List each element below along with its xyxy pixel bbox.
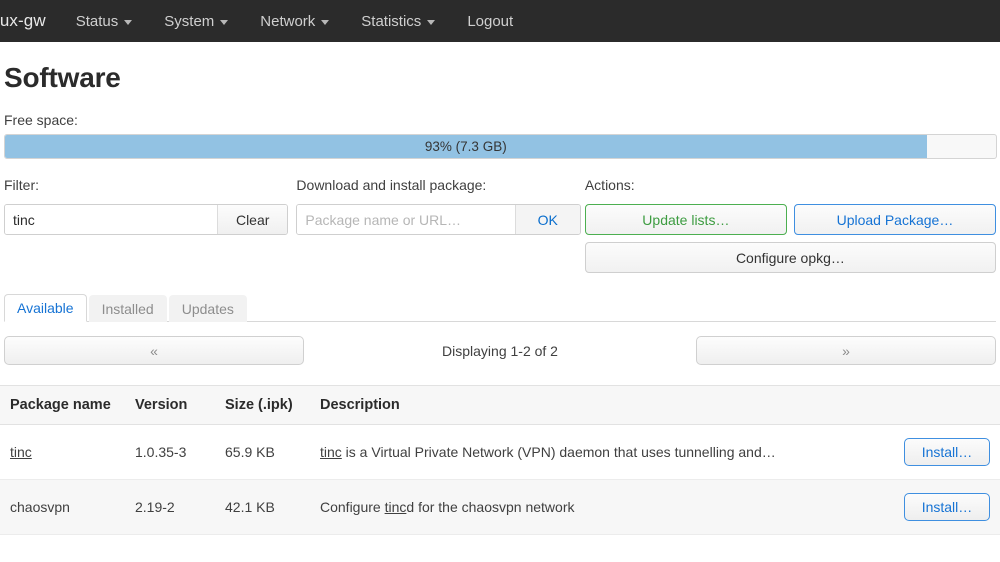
top-navbar: lux-gw Status System Network Statistics … [0, 0, 1000, 42]
column-header-actions [890, 385, 1000, 425]
actions-column: Actions: Update lists… Upload Package… C… [584, 177, 996, 273]
free-space-label: Free space: [4, 112, 78, 128]
cell-actions: Install… [890, 424, 1000, 480]
install-button[interactable]: Install… [904, 438, 990, 466]
page-content: Software Free space: 93% (7.3 GB) Filter… [0, 62, 1000, 562]
controls-row: Filter: Clear Download and install packa… [4, 177, 996, 273]
download-column: Download and install package: OK [296, 177, 581, 235]
brand-logo[interactable]: lux-gw [0, 11, 60, 31]
pagination-prev-button[interactable]: « [4, 336, 304, 365]
nav-item-label: Network [260, 12, 316, 30]
cell-description: Configure tincd for the chaosvpn network [320, 479, 890, 535]
pkg-name-match: tinc [10, 444, 32, 460]
chevron-down-icon [124, 19, 133, 25]
pagination: « Displaying 1-2 of 2 » [4, 336, 996, 365]
cell-actions: Install… [890, 479, 1000, 535]
nav-item-network[interactable]: Network [244, 2, 345, 41]
nav-item-statistics[interactable]: Statistics [345, 2, 451, 41]
download-ok-button[interactable]: OK [514, 205, 580, 234]
desc-match: tinc [384, 499, 407, 515]
cell-description: tinc is a Virtual Private Network (VPN) … [320, 424, 890, 480]
desc-match: tinc [320, 444, 342, 460]
actions-button-row: Update lists… Upload Package… [584, 204, 996, 235]
filter-input-group: Clear [4, 204, 289, 235]
desc-post: d for the chaosvpn network [406, 499, 575, 515]
filter-label: Filter: [4, 177, 39, 193]
nav-item-label: Status [75, 12, 119, 30]
chevron-down-icon [321, 19, 330, 25]
tab-available[interactable]: Available [4, 294, 87, 322]
nav-item-label: Logout [467, 12, 514, 30]
update-lists-button[interactable]: Update lists… [584, 204, 787, 235]
clear-filter-button[interactable]: Clear [216, 205, 288, 234]
package-table-head: Package name Version Size (.ipk) Descrip… [0, 385, 1000, 425]
cell-size: 42.1 KB [225, 479, 320, 535]
chevron-down-icon [220, 19, 229, 25]
nav-item-system[interactable]: System [148, 2, 244, 41]
nav-item-label: System [164, 12, 215, 30]
table-row: chaosvpn 2.19-2 42.1 KB Configure tincd … [0, 479, 1000, 535]
column-header-version: Version [135, 385, 225, 425]
free-space-progress-text: 93% (7.3 GB) [424, 139, 507, 154]
package-tabs: Available Installed Updates [4, 294, 996, 322]
filter-column: Filter: Clear [4, 177, 289, 235]
pkg-name-pre: chaosvpn [10, 499, 70, 515]
nav-items: Status System Network Statistics Logout [60, 2, 529, 41]
package-table: Package name Version Size (.ipk) Descrip… [0, 385, 1000, 535]
page-title: Software [4, 62, 121, 93]
download-input-group: OK [296, 204, 581, 235]
column-header-size: Size (.ipk) [225, 385, 320, 425]
table-header-row: Package name Version Size (.ipk) Descrip… [0, 385, 1000, 425]
column-header-package-name: Package name [0, 385, 135, 425]
upload-package-button[interactable]: Upload Package… [793, 204, 996, 235]
cell-version: 2.19-2 [135, 479, 225, 535]
cell-version: 1.0.35-3 [135, 424, 225, 480]
nav-item-status[interactable]: Status [60, 2, 149, 41]
pagination-next-button[interactable]: » [696, 336, 996, 365]
cell-package-name: chaosvpn [0, 479, 135, 535]
package-url-input[interactable] [297, 205, 515, 234]
install-button[interactable]: Install… [904, 493, 990, 521]
table-row: tinc 1.0.35-3 65.9 KB tinc is a Virtual … [0, 424, 1000, 480]
nav-item-label: Statistics [361, 12, 422, 30]
package-table-body: tinc 1.0.35-3 65.9 KB tinc is a Virtual … [0, 424, 1000, 535]
configure-opkg-button[interactable]: Configure opkg… [584, 242, 996, 273]
filter-input[interactable] [5, 205, 217, 234]
actions-label: Actions: [584, 177, 635, 193]
tab-installed[interactable]: Installed [88, 295, 167, 322]
cell-size: 65.9 KB [225, 424, 320, 480]
download-label: Download and install package: [296, 177, 487, 193]
desc-post: is a Virtual Private Network (VPN) daemo… [341, 444, 776, 460]
desc-pre: Configure [320, 499, 385, 515]
column-header-description: Description [320, 385, 890, 425]
cell-package-name: tinc [0, 424, 135, 480]
chevron-down-icon [427, 19, 436, 25]
free-space-progressbar: 93% (7.3 GB) [4, 134, 997, 159]
nav-item-logout[interactable]: Logout [451, 2, 529, 41]
pagination-status: Displaying 1-2 of 2 [442, 342, 558, 359]
tab-updates[interactable]: Updates [168, 295, 247, 322]
